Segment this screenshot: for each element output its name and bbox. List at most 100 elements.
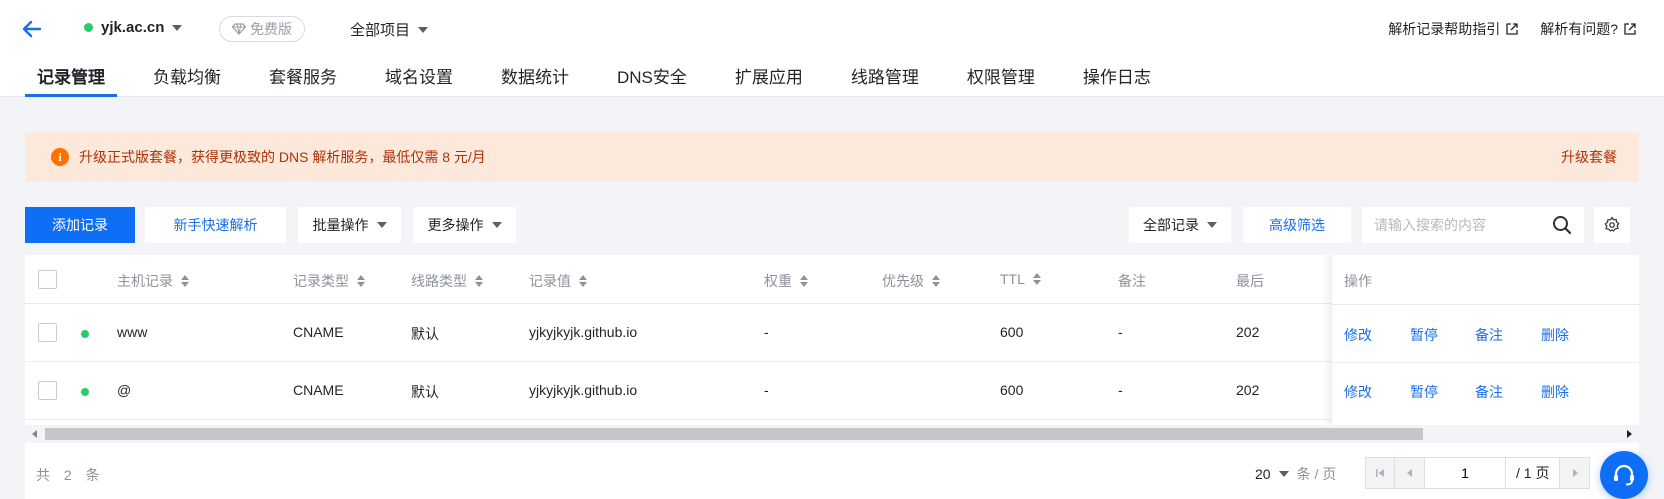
chevron-down-icon (172, 24, 183, 31)
customer-support-button[interactable] (1600, 451, 1648, 499)
external-link-icon (1506, 23, 1518, 35)
gear-icon (1604, 216, 1620, 232)
col-ttl-label: TTL (1000, 271, 1025, 287)
search-icon[interactable] (1552, 215, 1572, 235)
tab-dns-security[interactable]: DNS安全 (605, 62, 699, 97)
cell-line: 默认 (411, 384, 439, 400)
col-type[interactable]: 记录类型 (293, 271, 365, 291)
info-icon: i (51, 148, 69, 166)
chevron-down-icon (491, 222, 502, 228)
sort-icon (932, 275, 940, 287)
next-page-button[interactable] (1560, 457, 1591, 489)
total-count: 共 2 条 (36, 467, 105, 483)
tab-domain-settings[interactable]: 域名设置 (373, 62, 465, 97)
sort-icon (1032, 273, 1041, 285)
first-page-button[interactable] (1365, 457, 1395, 489)
pause-link[interactable]: 暂停 (1410, 382, 1438, 402)
tab-extensions[interactable]: 扩展应用 (723, 62, 815, 97)
page-size-selector[interactable]: 20 条 / 页 (1255, 464, 1336, 484)
col-host[interactable]: 主机记录 (117, 271, 189, 291)
edit-link[interactable]: 修改 (1344, 325, 1372, 345)
row-checkbox[interactable] (38, 381, 57, 400)
cell-value: yjkyjkyjk.github.io (529, 382, 638, 398)
upgrade-plan-link[interactable]: 升级套餐 (1561, 147, 1617, 167)
batch-ops-dropdown[interactable]: 批量操作 (298, 207, 401, 243)
add-record-button[interactable]: 添加记录 (25, 207, 135, 243)
project-selector-label: 全部项目 (350, 22, 411, 39)
sort-icon (475, 275, 483, 287)
scroll-thumb[interactable] (45, 428, 1423, 440)
col-remark: 备注 (1118, 273, 1146, 289)
more-ops-dropdown[interactable]: 更多操作 (413, 207, 516, 243)
col-ttl[interactable]: TTL (1000, 271, 1041, 287)
cell-host: @ (117, 382, 132, 398)
cell-type: CNAME (293, 324, 344, 340)
tab-operation-log[interactable]: 操作日志 (1071, 62, 1163, 97)
back-arrow-icon[interactable] (20, 17, 44, 41)
row-checkbox[interactable] (38, 323, 57, 342)
cell-weight: - (764, 324, 769, 340)
tab-statistics[interactable]: 数据统计 (489, 62, 581, 97)
record-status-dot (81, 330, 89, 338)
remark-link[interactable]: 备注 (1475, 325, 1503, 345)
record-filter-label: 全部记录 (1143, 217, 1199, 233)
resolve-issue-link[interactable]: 解析有问题? (1540, 19, 1636, 39)
col-last-modified: 最后 (1236, 273, 1264, 289)
chevron-down-icon (376, 222, 387, 228)
domain-selector[interactable]: yjk.ac.cn (84, 19, 183, 36)
select-all-checkbox[interactable] (38, 270, 57, 289)
col-value[interactable]: 记录值 (529, 271, 587, 291)
project-selector[interactable]: 全部项目 (350, 19, 429, 40)
tab-plan-service[interactable]: 套餐服务 (257, 62, 349, 97)
table-footer: 共 2 条 20 条 / 页 / 1 页 (25, 443, 1639, 499)
col-priority[interactable]: 优先级 (882, 271, 940, 291)
operations-column: 操作 修改 暂停 备注 删除 修改 暂停 备注 删除 (1331, 255, 1639, 425)
headset-icon (1614, 464, 1634, 486)
domain-name: yjk.ac.cn (101, 19, 165, 36)
cell-host: www (117, 324, 148, 340)
col-line[interactable]: 线路类型 (411, 271, 483, 291)
scroll-right-icon[interactable] (1627, 430, 1632, 438)
next-page-icon (1572, 469, 1578, 477)
delete-link[interactable]: 删除 (1541, 382, 1569, 402)
help-guide-link[interactable]: 解析记录帮助指引 (1388, 19, 1518, 39)
quick-setup-button[interactable]: 新手快速解析 (145, 207, 286, 243)
domain-status-dot (84, 23, 93, 32)
settings-button[interactable] (1594, 207, 1630, 243)
more-ops-label: 更多操作 (427, 217, 484, 233)
help-guide-label: 解析记录帮助指引 (1388, 21, 1501, 37)
col-priority-label: 优先级 (882, 273, 924, 289)
search-input[interactable] (1374, 217, 1544, 233)
advanced-filter-button[interactable]: 高级筛选 (1243, 207, 1351, 243)
upgrade-banner: i 升级正式版套餐，获得更极致的 DNS 解析服务，最低仅需 8 元/月 升级套… (25, 132, 1639, 182)
cell-last-modified: 202 (1236, 324, 1260, 340)
scroll-left-icon[interactable] (32, 430, 37, 438)
tab-records[interactable]: 记录管理 (25, 62, 117, 97)
page-number-input[interactable] (1425, 457, 1505, 489)
record-filter-dropdown[interactable]: 全部记录 (1129, 207, 1231, 243)
cell-line: 默认 (411, 326, 439, 342)
edit-link[interactable]: 修改 (1344, 382, 1372, 402)
tab-permissions[interactable]: 权限管理 (955, 62, 1047, 97)
cell-ttl: 600 (1000, 324, 1024, 340)
cell-remark: - (1118, 382, 1123, 398)
remark-link[interactable]: 备注 (1475, 382, 1503, 402)
prev-page-button[interactable] (1395, 457, 1425, 489)
ops-divider (1332, 304, 1639, 305)
col-weight[interactable]: 权重 (764, 271, 808, 291)
col-weight-label: 权重 (764, 273, 792, 289)
banner-text: 升级正式版套餐，获得更极致的 DNS 解析服务，最低仅需 8 元/月 (79, 149, 486, 165)
cell-ttl: 600 (1000, 382, 1024, 398)
horizontal-scrollbar[interactable] (25, 425, 1639, 443)
help-links: 解析记录帮助指引 解析有问题? (1388, 19, 1636, 39)
tab-load-balancing[interactable]: 负载均衡 (141, 62, 233, 97)
cell-weight: - (764, 382, 769, 398)
col-line-label: 线路类型 (411, 273, 467, 289)
tab-bar: 记录管理 负载均衡 套餐服务 域名设置 数据统计 DNS安全 扩展应用 线路管理… (25, 62, 1187, 97)
tab-line-management[interactable]: 线路管理 (839, 62, 931, 97)
pause-link[interactable]: 暂停 (1410, 325, 1438, 345)
chevron-down-icon (1278, 471, 1289, 477)
delete-link[interactable]: 删除 (1541, 325, 1569, 345)
plan-badge[interactable]: 免费版 (219, 16, 305, 42)
col-host-label: 主机记录 (117, 273, 173, 289)
